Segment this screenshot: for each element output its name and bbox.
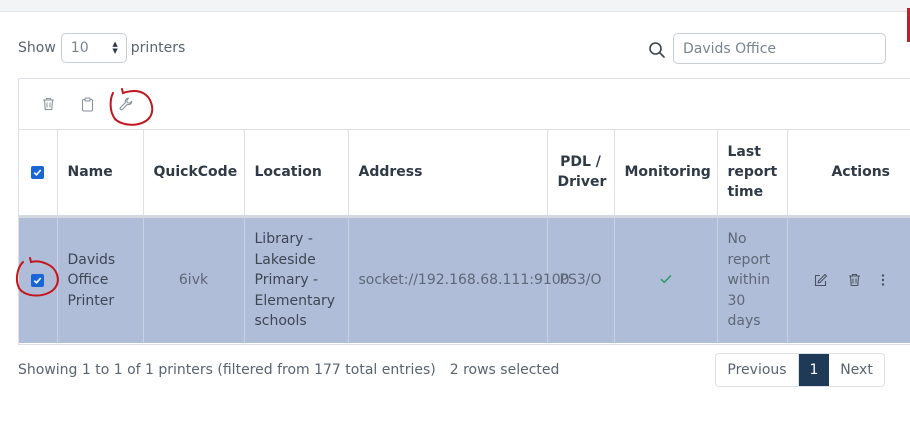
search-bar xyxy=(648,33,886,64)
length-menu-prefix: Show xyxy=(18,40,56,56)
wrench-icon xyxy=(119,97,133,111)
cell-actions xyxy=(787,216,910,343)
previous-page-button[interactable]: Previous xyxy=(716,354,799,386)
row-actions xyxy=(788,273,910,288)
more-options-icon[interactable] xyxy=(881,273,885,287)
pagination: Previous 1 Next xyxy=(715,353,885,387)
col-header-monitoring[interactable]: Monitoring xyxy=(614,130,718,218)
row-select-cell xyxy=(19,216,58,343)
col-header-actions: Actions xyxy=(787,130,910,218)
select-all-cell xyxy=(19,130,58,218)
col-header-quickcode[interactable]: QuickCode xyxy=(143,130,245,218)
checkmark-icon xyxy=(33,169,42,176)
monitoring-ok-check-icon xyxy=(659,274,672,284)
page-size-select[interactable]: 10 ▲ ▼ xyxy=(60,33,127,63)
cell-quickcode: 6ivk xyxy=(143,216,245,343)
configure-button[interactable] xyxy=(117,95,135,113)
col-header-name[interactable]: Name xyxy=(57,130,144,218)
edit-icon[interactable] xyxy=(813,273,828,288)
clipboard-icon xyxy=(81,96,93,112)
length-menu-suffix: printers xyxy=(130,40,186,56)
trash-icon[interactable] xyxy=(848,273,861,287)
page-size-value: 10 xyxy=(70,40,89,56)
cell-monitoring xyxy=(614,216,718,343)
cell-last-report-time: No report within 30 days xyxy=(717,216,788,343)
length-menu: Show 10 ▲ ▼ printers xyxy=(18,33,185,63)
clipboard-button[interactable] xyxy=(78,95,96,113)
delete-selected-button[interactable] xyxy=(39,95,57,113)
trash-icon xyxy=(42,97,54,111)
cell-name: Davids Office Printer xyxy=(57,216,144,343)
select-all-checkbox[interactable] xyxy=(31,165,45,179)
table-toolbar xyxy=(19,79,910,130)
printers-table: Name QuickCode Location Address PDL / Dr… xyxy=(19,130,910,343)
select-arrows-icon: ▲ ▼ xyxy=(112,40,118,55)
row-select-checkbox[interactable] xyxy=(31,273,45,287)
search-input[interactable] xyxy=(673,33,886,64)
table-info: Showing 1 to 1 of 1 printers (filtered f… xyxy=(18,362,559,378)
cell-address: socket://192.168.68.111:9100 xyxy=(348,216,570,343)
current-page-button[interactable]: 1 xyxy=(799,354,829,386)
table-row[interactable]: Davids Office Printer 6ivk Library - Lak… xyxy=(19,216,910,343)
col-header-address[interactable]: Address xyxy=(348,130,548,218)
col-header-pdl-driver[interactable]: PDL / Driver xyxy=(547,130,615,218)
printers-table-container: Name QuickCode Location Address PDL / Dr… xyxy=(15,78,910,345)
col-header-last-report-time[interactable]: Last report time xyxy=(717,130,788,218)
search-icon xyxy=(649,41,665,58)
top-bar xyxy=(0,0,910,12)
col-header-location[interactable]: Location xyxy=(244,130,349,218)
checkmark-icon xyxy=(33,277,42,284)
rows-selected-text: 2 rows selected xyxy=(449,362,560,378)
next-page-button[interactable]: Next xyxy=(829,354,884,386)
table-header-row: Name QuickCode Location Address PDL / Dr… xyxy=(19,130,910,218)
table-info-text: Showing 1 to 1 of 1 printers (filtered f… xyxy=(18,362,436,378)
cell-location: Library - Lakeside Primary - Elementary … xyxy=(244,216,349,343)
